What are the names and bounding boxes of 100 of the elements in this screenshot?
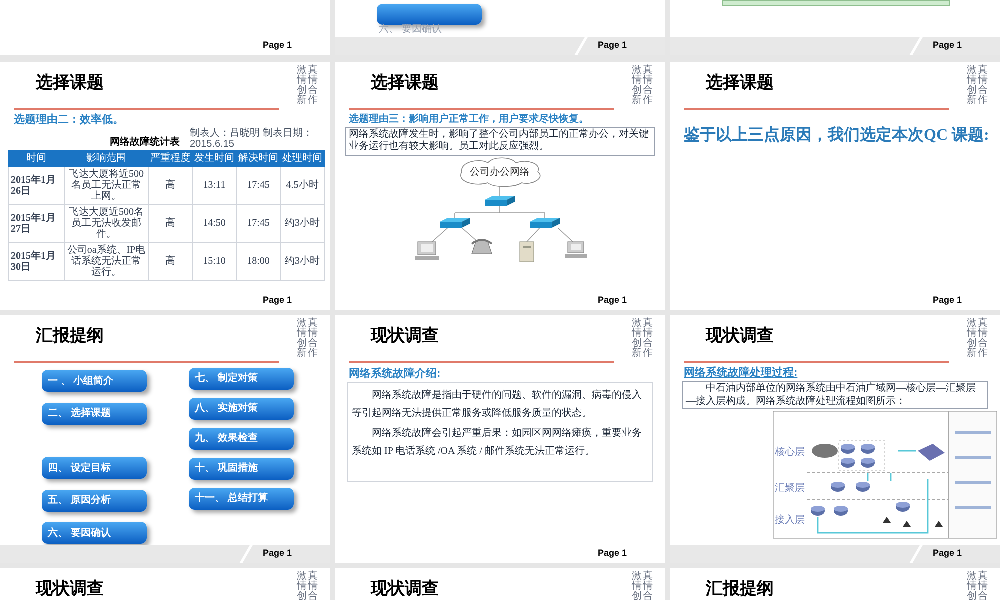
table-cell: 18:00 xyxy=(236,242,280,280)
slide-title: 现状调查 xyxy=(36,578,104,600)
table-header-cell: 影响范围 xyxy=(64,150,148,166)
table-cell: 约3小时 xyxy=(280,242,324,280)
server-icon xyxy=(520,241,534,262)
slogan-text: 真情合作 xyxy=(978,319,988,359)
table-cell: 14:50 xyxy=(192,204,236,242)
table-cell: 飞达大厦近500名员工无法收发邮件。 xyxy=(64,204,148,242)
layer-label: 接入层 xyxy=(775,515,805,526)
computer-icon xyxy=(565,241,587,258)
table-cell: 2015年1月27日 xyxy=(8,204,64,242)
table-header-cell: 时间 xyxy=(8,150,64,166)
slide-title: 现状调查 xyxy=(706,325,774,346)
slogan-text: 真情合作 xyxy=(308,66,318,106)
router-icon xyxy=(841,458,855,468)
outline-button[interactable]: 二、 选择课题 xyxy=(42,402,147,424)
table-cell: 2015年1月26日 xyxy=(8,166,64,204)
table-cell: 高 xyxy=(148,242,192,280)
slogan-text: 激情创新 xyxy=(632,66,642,106)
slogan-text: 激情创 xyxy=(967,572,977,600)
slogan-text: 激情创新 xyxy=(297,66,307,106)
slide-thumbnail[interactable]: 现状调查 激情创新 真情合作 网络系统故障介绍: 网络系统故障是指由于硬件的问题、软件的漏洞、病毒的侵入等引起网络无法提供正常服务或降低服务质量的状态。 网络系统故障会引起严重后果：如园区网网络瘫痪，重要业务系统如 IP 电话系统 /OA 系统 / 邮件系统无法正常运行。 Page 1 xyxy=(335,315,665,563)
router-icon xyxy=(811,506,825,516)
slogan-text: 激情创 xyxy=(632,572,642,600)
table-header-cell: 发生时间 xyxy=(192,150,236,166)
device-icon xyxy=(918,444,945,461)
router-icon xyxy=(861,444,875,454)
table-header-cell: 解决时间 xyxy=(236,150,280,166)
slide-subtitle: 网络系统故障介绍: xyxy=(348,366,442,382)
page-number: Page 1 xyxy=(598,39,627,52)
slide-subtitle: 选题理由三：影响用户正常工作，用户要求尽快恢复。 xyxy=(348,112,590,126)
page-number: Page 1 xyxy=(262,294,292,308)
slogan-text: 真情合作 xyxy=(643,319,653,359)
outline-button[interactable]: 十、 巩固措施 xyxy=(189,458,294,480)
slogan-text: 激情创新 xyxy=(297,319,307,359)
slide-title: 汇报提纲 xyxy=(36,325,104,346)
outline-button[interactable]: 八、 实施对策 xyxy=(189,398,294,420)
slide-subtitle: 网络系统故障处理过程: xyxy=(683,366,799,380)
table-cell: 4.5小时 xyxy=(280,166,324,204)
computer-icon xyxy=(415,241,439,260)
switch-icon xyxy=(440,218,470,228)
page-number: Page 1 xyxy=(932,547,962,560)
router-icon xyxy=(896,502,910,512)
cloud-shape xyxy=(812,444,838,458)
table-header-cell: 严重程度 xyxy=(148,150,192,166)
paragraph: 网络系统故障是指由于硬件的问题、软件的漏洞、病毒的侵入等引起网络无法提供正常服务或降低服务质量的状态。 xyxy=(352,388,643,421)
slide-title: 选择课题 xyxy=(371,72,439,94)
user-icon xyxy=(935,521,943,527)
slogan-text: 真情合作 xyxy=(978,66,988,106)
slide-thumbnail[interactable]: 六、 要因确认 Page 1 xyxy=(335,0,665,55)
page-number: Page 1 xyxy=(932,294,962,308)
router-icon xyxy=(841,444,855,454)
table-cell: 13:11 xyxy=(192,166,236,204)
slide-title: 选择课题 xyxy=(706,72,774,94)
slide-thumbnail[interactable]: 选择课题 激情创新 真情合作 选题理由三：影响用户正常工作，用户要求尽快恢复。 网络系统故障发生时，影响了整个公司内部员工的正常办公，对关键业务运行也有较大影响。员工对此反应强烈。 公司办公网络 Page 1 xyxy=(335,62,665,310)
outline-button[interactable]: 九、 效果检查 xyxy=(189,428,294,450)
slide-thumbnail[interactable] xyxy=(0,62,330,310)
slide-title: 现状调查 xyxy=(371,578,439,600)
page-number: Page 1 xyxy=(262,547,292,560)
table-cell: 约3小时 xyxy=(280,204,324,242)
table-cell: 飞达大厦将近500名员工无法正常上网。 xyxy=(64,166,148,204)
slide-thumbnail[interactable]: Page 1 xyxy=(0,0,330,55)
switch-icon xyxy=(530,218,560,228)
slide-thumbnail[interactable]: 现状调查 激情创新 真情合作 网络系统故障处理过程: 中石油内部单位的网络系统由中石油广域网—核心层—汇聚层—接入层构成。网络系统故障处理流程如图所示： 核心层 汇聚层 接入层 Page 1 xyxy=(670,315,1000,563)
table-cell: 高 xyxy=(148,166,192,204)
text-box: 网络系统故障发生时，影响了整个公司内部员工的正常办公，对关键业务运行也有较大影响。员工对此反应强烈。 xyxy=(345,126,655,156)
slogan-text: 真情合作 xyxy=(643,66,653,106)
slide-thumbnail[interactable]: 选择课题 激情创新 真情合作 鉴于以上三点原因，我们选定本次QC 课题: Page 1 xyxy=(670,62,1000,310)
table-cell: 17:45 xyxy=(236,204,280,242)
page-number: Page 1 xyxy=(598,547,627,560)
switch-icon xyxy=(485,196,515,206)
outline-button[interactable]: 十一、 总结打算 xyxy=(189,488,294,510)
table-note: 制表人：吕晓明 制表日期：2015.6.15 xyxy=(190,128,314,150)
slide-thumbnail[interactable]: 汇报提纲 激情创新 真情合作 一 、 小组简介 二、 选择课题 四、 设定目标 五、 原因分析 六、 要因确认 七、 制定对策 八、 实施对策 九、 效果检查 十、 巩固措施 十一、 总结打算 Page 1 xyxy=(0,315,330,563)
outline-button[interactable]: 一 、 小组简介 xyxy=(42,370,147,392)
statement-text: 鉴于以上三点原因，我们选定本次QC 课题: xyxy=(683,125,990,146)
outline-button[interactable]: 五、 原因分析 xyxy=(42,490,147,512)
slide-thumbnail[interactable]: Page 1 xyxy=(670,0,1000,55)
router-icon xyxy=(834,506,848,516)
router-icon xyxy=(856,482,870,492)
slide-title: 选择课题 xyxy=(36,72,104,94)
slogan-text: 激情创新 xyxy=(632,319,642,359)
slogan-text: 真情合作 xyxy=(308,319,318,359)
slide-title: 现状调查 xyxy=(371,325,439,346)
slogan-text: 激情创 xyxy=(297,572,307,600)
page-number: Page 1 xyxy=(598,294,627,308)
slogan-text: 激情创新 xyxy=(967,319,977,359)
phone-icon xyxy=(471,238,493,254)
dashed-frame xyxy=(838,440,886,472)
outline-button[interactable]: 六、 要因确认 xyxy=(42,522,147,544)
table-cell: 2015年1月30日 xyxy=(8,242,64,280)
table-cell: 高 xyxy=(148,204,192,242)
slide-title: 汇报提纲 xyxy=(706,578,774,600)
router-icon xyxy=(861,458,875,468)
table-cell: 15:10 xyxy=(192,242,236,280)
outline-item: 六、 要因确认 xyxy=(378,25,443,35)
layer-label: 核心层 xyxy=(775,447,805,458)
outline-button[interactable]: 七、 制定对策 xyxy=(189,368,294,390)
outline-button[interactable]: 四、 设定目标 xyxy=(42,457,147,479)
table-cell: 17:45 xyxy=(236,166,280,204)
